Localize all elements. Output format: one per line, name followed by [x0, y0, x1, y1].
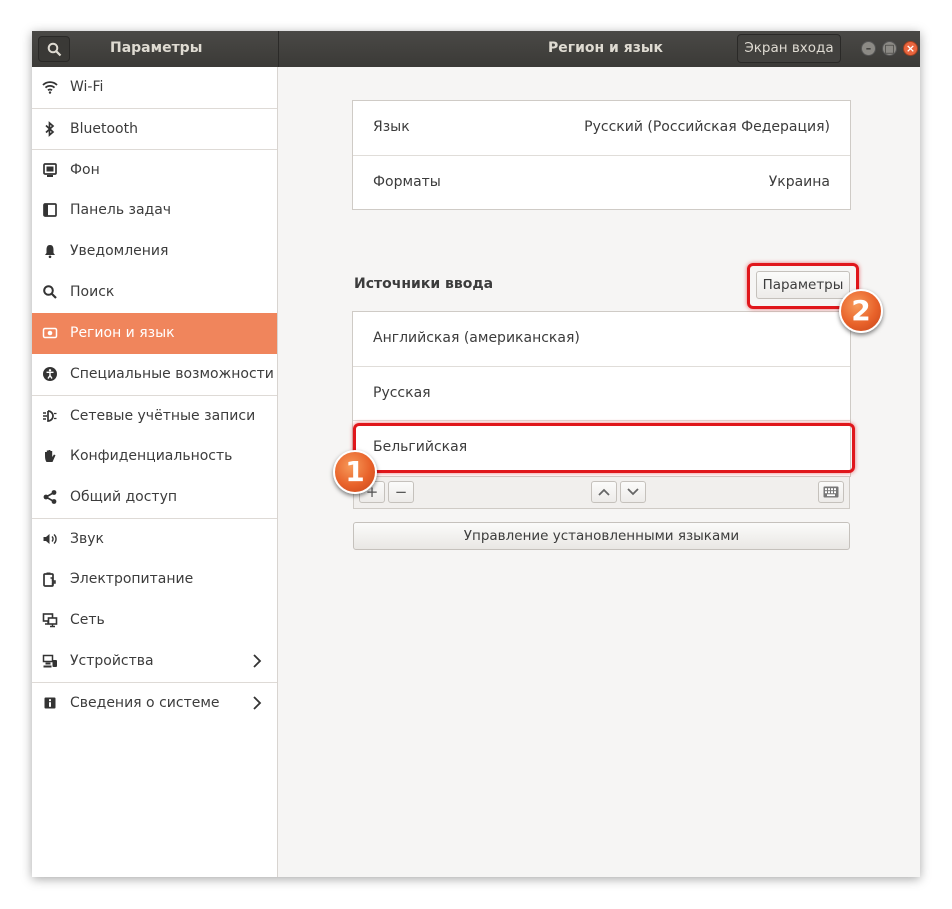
sidebar-title: Параметры	[110, 40, 203, 56]
language-formats-frame: Язык Русский (Российская Федерация) Форм…	[352, 100, 851, 210]
sidebar-item-region-language[interactable]: Регион и язык	[32, 313, 277, 354]
sidebar-item-accessibility[interactable]: Специальные возможности	[32, 354, 277, 395]
header-divider	[278, 31, 279, 67]
sidebar-item-background[interactable]: Фон	[32, 149, 277, 190]
sidebar-item-label: Сетевые учётные записи	[70, 408, 256, 424]
background-icon	[43, 163, 57, 177]
search-button[interactable]	[38, 36, 70, 62]
sidebar: Wi-Fi Bluetooth Фон Панель задач Уведомл…	[32, 67, 278, 877]
formats-label: Форматы	[373, 174, 441, 190]
header-bar: Параметры Регион и язык Экран входа – □ …	[32, 31, 920, 67]
sidebar-item-label: Поиск	[70, 284, 115, 300]
sidebar-item-label: Звук	[70, 531, 104, 547]
accessibility-icon	[43, 367, 57, 381]
keyboard-layout-button[interactable]	[818, 481, 844, 503]
sidebar-item-label: Электропитание	[70, 571, 194, 587]
maximize-icon: □	[884, 42, 895, 55]
sidebar-item-label: Уведомления	[70, 243, 169, 259]
close-button[interactable]: ×	[903, 41, 918, 56]
sidebar-item-label: Устройства	[70, 653, 154, 669]
settings-window: Параметры Регион и язык Экран входа – □ …	[32, 31, 920, 877]
devices-icon	[42, 654, 57, 668]
minimize-button[interactable]: –	[861, 41, 876, 56]
sidebar-item-bluetooth[interactable]: Bluetooth	[32, 108, 277, 149]
sidebar-item-label: Wi-Fi	[70, 79, 104, 95]
formats-row[interactable]: Форматы Украина	[353, 155, 850, 209]
minimize-icon: –	[865, 42, 872, 55]
sidebar-item-network[interactable]: Сеть	[32, 600, 277, 641]
sidebar-item-notifications[interactable]: Уведомления	[32, 231, 277, 272]
search-icon	[43, 285, 57, 299]
main-panel: Язык Русский (Российская Федерация) Форм…	[278, 67, 920, 877]
sidebar-item-dock[interactable]: Панель задач	[32, 190, 277, 231]
chevron-right-icon	[253, 654, 262, 668]
info-icon	[44, 697, 56, 709]
language-label: Язык	[373, 119, 410, 135]
online-accounts-icon	[43, 410, 57, 422]
sidebar-item-online-accounts[interactable]: Сетевые учётные записи	[32, 395, 277, 436]
input-source-label: Русская	[373, 385, 431, 401]
chevron-down-icon	[627, 488, 639, 496]
input-source-item[interactable]: Русская	[353, 366, 850, 420]
input-sources-title: Источники ввода	[354, 276, 494, 292]
sidebar-item-privacy[interactable]: Конфиденциальность	[32, 436, 277, 477]
language-row[interactable]: Язык Русский (Российская Федерация)	[353, 101, 850, 155]
power-icon	[43, 572, 56, 587]
chevron-up-icon	[598, 488, 610, 496]
move-up-button[interactable]	[591, 481, 617, 503]
sidebar-item-label: Регион и язык	[70, 325, 175, 341]
network-icon	[42, 613, 58, 628]
sidebar-item-label: Специальные возможности	[70, 366, 274, 382]
bluetooth-icon	[45, 121, 55, 137]
page-title: Регион и язык	[548, 40, 664, 56]
speaker-icon	[43, 533, 57, 545]
remove-input-source-button[interactable]: −	[388, 481, 414, 503]
sidebar-item-label: Bluetooth	[70, 121, 138, 137]
language-value: Русский (Российская Федерация)	[584, 119, 830, 135]
sidebar-item-devices[interactable]: Устройства	[32, 641, 277, 682]
sidebar-item-label: Фон	[70, 162, 100, 178]
login-screen-button[interactable]: Экран входа	[737, 34, 841, 63]
chevron-right-icon	[253, 696, 262, 710]
sidebar-item-label: Панель задач	[70, 202, 172, 218]
formats-value: Украина	[768, 174, 830, 190]
search-icon	[47, 42, 62, 57]
sidebar-item-details[interactable]: Сведения о системе	[32, 682, 277, 723]
bell-icon	[45, 245, 55, 259]
sidebar-item-sharing[interactable]: Общий доступ	[32, 477, 277, 518]
step-badge-1: 1	[333, 450, 377, 494]
move-down-button[interactable]	[620, 481, 646, 503]
input-source-label: Английская (американская)	[373, 330, 580, 346]
sidebar-item-sound[interactable]: Звук	[32, 518, 277, 559]
sidebar-item-search[interactable]: Поиск	[32, 272, 277, 313]
sidebar-item-wifi[interactable]: Wi-Fi	[32, 67, 277, 108]
privacy-hand-icon	[45, 450, 56, 462]
highlight-belgian-item	[353, 423, 855, 473]
sidebar-item-label: Сеть	[70, 612, 105, 628]
wifi-icon	[42, 81, 58, 94]
sidebar-item-power[interactable]: Электропитание	[32, 559, 277, 600]
share-icon	[43, 490, 57, 504]
sidebar-item-label: Сведения о системе	[70, 695, 220, 711]
sidebar-item-label: Общий доступ	[70, 489, 178, 505]
manage-languages-button[interactable]: Управление установленными языками	[353, 522, 850, 550]
dock-icon	[43, 203, 57, 217]
region-icon	[42, 327, 58, 339]
close-icon: ×	[905, 42, 916, 55]
input-sources-toolbar: + −	[353, 477, 850, 509]
keyboard-icon	[823, 486, 839, 498]
step-badge-2: 2	[839, 289, 883, 333]
maximize-button[interactable]: □	[882, 41, 897, 56]
input-source-item[interactable]: Английская (американская)	[353, 312, 850, 366]
sidebar-item-label: Конфиденциальность	[70, 448, 233, 464]
